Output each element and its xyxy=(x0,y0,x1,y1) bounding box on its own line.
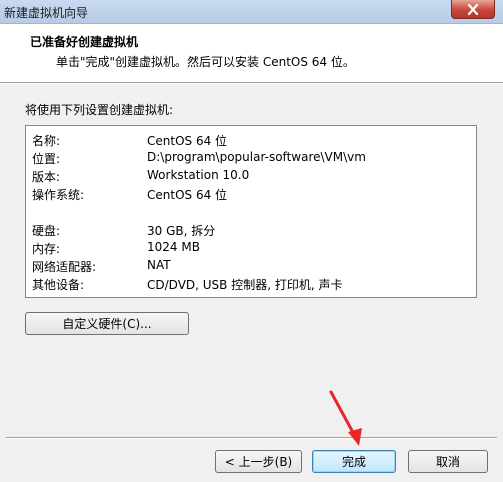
back-button[interactable]: < 上一步(B) xyxy=(215,450,302,473)
summary-value: CD/DVD, USB 控制器, 打印机, 声卡 xyxy=(147,278,343,292)
summary-value: 1024 MB xyxy=(147,240,200,254)
list-item: 其他设备: CD/DVD, USB 控制器, 打印机, 声卡 xyxy=(32,276,472,294)
summary-label: 将使用下列设置创建虚拟机: xyxy=(25,103,174,117)
close-button[interactable] xyxy=(451,0,495,19)
summary-key: 名称: xyxy=(32,134,61,148)
red-arrow-annotation-icon xyxy=(329,390,362,446)
summary-key: 硬盘: xyxy=(32,224,61,238)
list-item: 版本: Workstation 10.0 xyxy=(32,168,472,186)
list-item: 网络适配器: NAT xyxy=(32,258,472,276)
list-item: 名称: CentOS 64 位 xyxy=(32,132,472,150)
summary-list[interactable]: 名称: CentOS 64 位 位置: D:\program\popular-s… xyxy=(25,125,477,298)
wizard-header: 已准备好创建虚拟机 单击"完成"创建虚拟机。然后可以安装 CentOS 64 位… xyxy=(0,24,503,83)
customize-hardware-button[interactable]: 自定义硬件(C)... xyxy=(25,312,189,335)
summary-value: NAT xyxy=(147,258,171,272)
summary-value: CentOS 64 位 xyxy=(147,188,228,202)
page-subtitle: 单击"完成"创建虚拟机。然后可以安装 CentOS 64 位。 xyxy=(56,55,355,69)
summary-key: 操作系统: xyxy=(32,188,85,202)
header-divider xyxy=(0,83,503,84)
list-item: 硬盘: 30 GB, 拆分 xyxy=(32,222,472,240)
summary-key: 内存: xyxy=(32,242,61,256)
cancel-button[interactable]: 取消 xyxy=(408,450,488,473)
footer-divider-highlight xyxy=(6,438,497,439)
summary-key: 其他设备: xyxy=(32,278,85,292)
summary-key: 网络适配器: xyxy=(32,260,97,274)
close-icon xyxy=(467,3,479,15)
list-item: 操作系统: CentOS 64 位 xyxy=(32,186,472,204)
finish-button[interactable]: 完成 xyxy=(312,450,396,473)
list-item: 内存: 1024 MB xyxy=(32,240,472,258)
summary-value: 30 GB, 拆分 xyxy=(147,224,216,238)
title-bar: 新建虚拟机向导 xyxy=(0,0,503,24)
summary-value: Workstation 10.0 xyxy=(147,168,250,182)
summary-value: CentOS 64 位 xyxy=(147,134,228,148)
summary-value: D:\program\popular-software\VM\vm xyxy=(147,150,366,164)
summary-key: 位置: xyxy=(32,152,61,166)
window-title: 新建虚拟机向导 xyxy=(4,6,89,20)
summary-key: 版本: xyxy=(32,170,61,184)
list-item: 位置: D:\program\popular-software\VM\vm xyxy=(32,150,472,168)
page-title: 已准备好创建虚拟机 xyxy=(30,35,139,49)
